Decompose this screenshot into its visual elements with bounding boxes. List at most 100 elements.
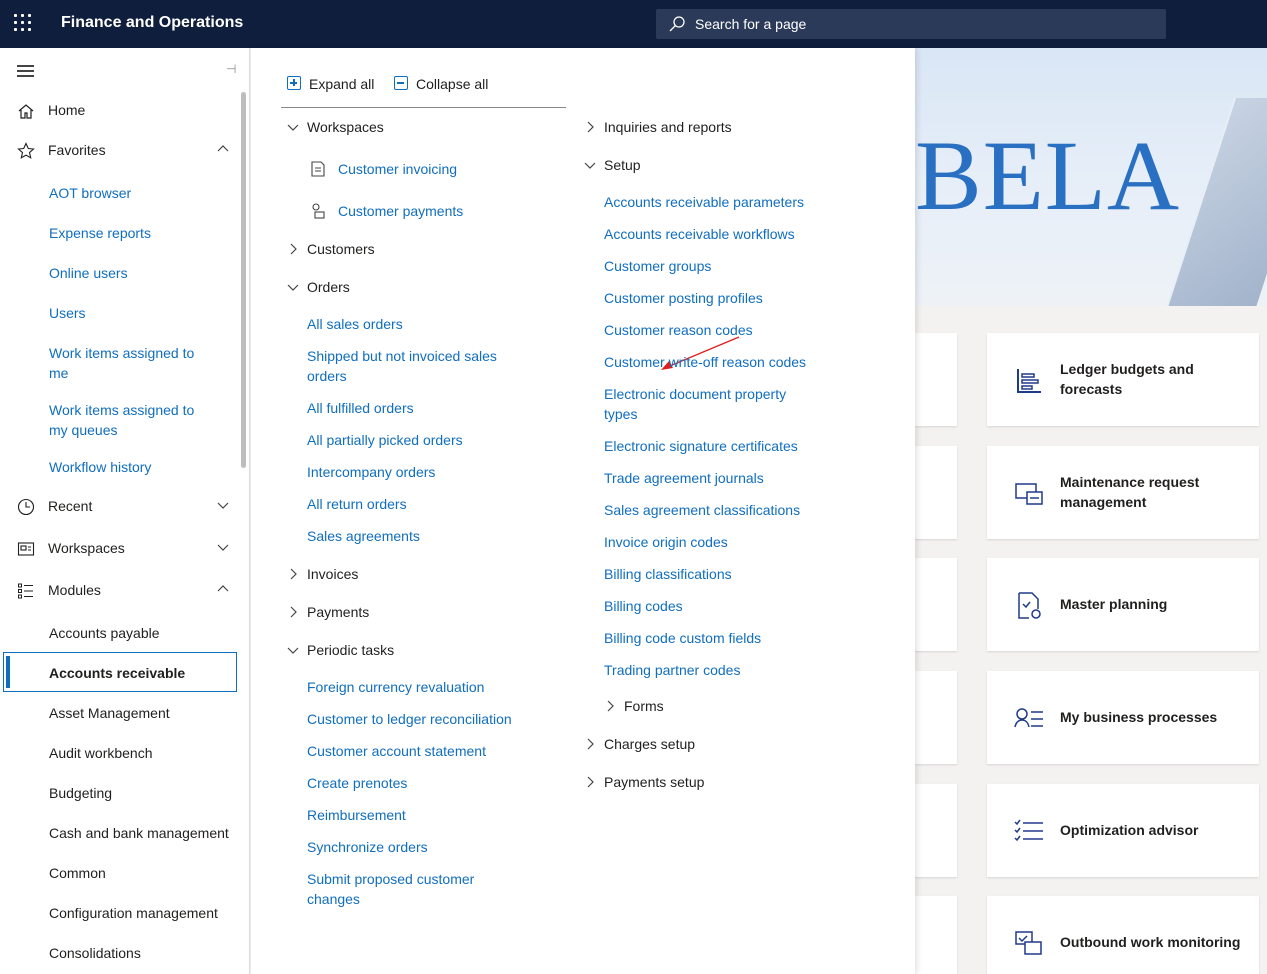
chevron-right-icon[interactable] [287, 243, 299, 255]
chevron-right-icon[interactable] [287, 606, 299, 618]
group-periodic-tasks[interactable]: Periodic tasks [307, 642, 394, 658]
chevron-down-icon[interactable] [287, 121, 299, 133]
workspace-customer-payments[interactable]: Customer payments [338, 201, 463, 221]
chevron-down-icon[interactable] [217, 499, 229, 511]
tile-partial[interactable] [915, 333, 957, 426]
link-sales-agreement-classifications[interactable]: Sales agreement classifications [604, 500, 800, 520]
tile-outbound-work-monitoring[interactable]: Outbound work monitoring [987, 896, 1259, 974]
chevron-right-icon[interactable] [287, 568, 299, 580]
group-charges-setup[interactable]: Charges setup [604, 736, 695, 752]
chevron-right-icon[interactable] [584, 738, 596, 750]
group-payments[interactable]: Payments [307, 604, 369, 620]
link-customer-ledger-reconciliation[interactable]: Customer to ledger reconciliation [307, 709, 512, 729]
module-consolidations[interactable]: Consolidations [49, 943, 229, 963]
link-shipped-not-invoiced[interactable]: Shipped but not invoiced sales orders [307, 346, 527, 386]
pin-icon[interactable]: ⊣ [226, 62, 236, 76]
favorite-aot-browser[interactable]: AOT browser [49, 183, 229, 203]
group-workspaces[interactable]: Workspaces [307, 119, 384, 135]
link-submit-proposed-changes[interactable]: Submit proposed customer changes [307, 869, 507, 909]
link-ar-parameters[interactable]: Accounts receivable parameters [604, 192, 804, 212]
module-asset-management[interactable]: Asset Management [49, 703, 229, 723]
module-cash-and-bank-management[interactable]: Cash and bank management [49, 823, 239, 843]
chevron-down-icon[interactable] [217, 541, 229, 553]
link-billing-classifications[interactable]: Billing classifications [604, 564, 732, 584]
chevron-up-icon[interactable] [217, 583, 229, 595]
hamburger-icon[interactable] [17, 65, 34, 77]
link-all-sales-orders[interactable]: All sales orders [307, 314, 403, 334]
favorite-work-items-assigned-to-me[interactable]: Work items assigned to me [49, 343, 209, 383]
search-box[interactable]: Search for a page [656, 9, 1166, 39]
link-sales-agreements[interactable]: Sales agreements [307, 526, 420, 546]
nav-recent-label: Recent [48, 498, 93, 514]
nav-modules-label: Modules [48, 582, 101, 598]
link-customer-groups[interactable]: Customer groups [604, 256, 711, 276]
nav-favorites[interactable]: Favorites [0, 131, 240, 171]
group-invoices[interactable]: Invoices [307, 566, 358, 582]
tile-optimization-advisor[interactable]: Optimization advisor [987, 784, 1259, 877]
module-accounts-payable[interactable]: Accounts payable [49, 623, 229, 643]
modules-icon [18, 583, 33, 599]
link-trading-partner-codes[interactable]: Trading partner codes [604, 660, 740, 680]
link-synchronize-orders[interactable]: Synchronize orders [307, 837, 428, 857]
nav-home[interactable]: Home [0, 91, 240, 131]
tile-ledger-budgets[interactable]: Ledger budgets and forecasts [987, 333, 1259, 426]
link-electronic-document-property-types[interactable]: Electronic document property types [604, 384, 804, 424]
link-trade-agreement-journals[interactable]: Trade agreement journals [604, 468, 764, 488]
favorite-users[interactable]: Users [49, 303, 229, 323]
chevron-right-icon[interactable] [584, 121, 596, 133]
chevron-down-icon[interactable] [287, 644, 299, 656]
app-title[interactable]: Finance and Operations [61, 14, 243, 32]
chevron-up-icon[interactable] [217, 143, 229, 155]
link-customer-account-statement[interactable]: Customer account statement [307, 741, 486, 761]
tile-partial[interactable] [915, 446, 957, 539]
group-orders[interactable]: Orders [307, 279, 350, 295]
link-foreign-currency-revaluation[interactable]: Foreign currency revaluation [307, 677, 484, 697]
module-common[interactable]: Common [49, 863, 229, 883]
chevron-right-icon[interactable] [604, 700, 616, 712]
chevron-down-icon[interactable] [584, 159, 596, 171]
nav-workspaces[interactable]: Workspaces [0, 529, 240, 569]
tile-my-business-processes[interactable]: My business processes [987, 671, 1259, 764]
group-setup[interactable]: Setup [604, 157, 641, 173]
module-configuration-management[interactable]: Configuration management [49, 903, 239, 923]
group-customers[interactable]: Customers [307, 241, 375, 257]
group-payments-setup[interactable]: Payments setup [604, 774, 704, 790]
tile-maintenance-request[interactable]: Maintenance request management [987, 446, 1259, 539]
tile-partial[interactable] [915, 558, 957, 651]
module-accounts-receivable[interactable]: Accounts receivable [49, 663, 229, 683]
link-all-partially-picked-orders[interactable]: All partially picked orders [307, 430, 463, 450]
link-intercompany-orders[interactable]: Intercompany orders [307, 462, 435, 482]
tile-master-planning[interactable]: Master planning [987, 558, 1259, 651]
nav-modules[interactable]: Modules [0, 571, 240, 611]
link-reimbursement[interactable]: Reimbursement [307, 805, 406, 825]
tile-partial[interactable] [915, 784, 957, 877]
favorite-expense-reports[interactable]: Expense reports [49, 223, 229, 243]
link-invoice-origin-codes[interactable]: Invoice origin codes [604, 532, 728, 552]
group-inquiries-reports[interactable]: Inquiries and reports [604, 119, 732, 135]
group-forms[interactable]: Forms [624, 698, 664, 714]
link-electronic-signature-certificates[interactable]: Electronic signature certificates [604, 436, 798, 456]
outbound-icon [1015, 931, 1042, 955]
link-billing-codes[interactable]: Billing codes [604, 596, 683, 616]
tile-partial[interactable] [915, 671, 957, 764]
workspace-customer-invoicing[interactable]: Customer invoicing [338, 159, 457, 179]
link-customer-posting-profiles[interactable]: Customer posting profiles [604, 288, 763, 308]
favorite-online-users[interactable]: Online users [49, 263, 229, 283]
link-billing-code-custom-fields[interactable]: Billing code custom fields [604, 628, 761, 648]
module-budgeting[interactable]: Budgeting [49, 783, 229, 803]
favorite-work-items-my-queues[interactable]: Work items assigned to my queues [49, 400, 209, 440]
module-audit-workbench[interactable]: Audit workbench [49, 743, 229, 763]
link-create-prenotes[interactable]: Create prenotes [307, 773, 407, 793]
app-launcher-icon[interactable] [14, 14, 34, 34]
chevron-down-icon[interactable] [287, 281, 299, 293]
link-customer-reason-codes[interactable]: Customer reason codes [604, 320, 753, 340]
link-ar-workflows[interactable]: Accounts receivable workflows [604, 224, 795, 244]
tile-partial[interactable] [915, 896, 957, 974]
nav-scrollbar[interactable] [241, 92, 246, 468]
chevron-right-icon[interactable] [584, 776, 596, 788]
link-all-fulfilled-orders[interactable]: All fulfilled orders [307, 398, 414, 418]
favorite-workflow-history[interactable]: Workflow history [49, 457, 229, 477]
link-customer-writeoff-reason-codes[interactable]: Customer write-off reason codes [604, 352, 806, 372]
nav-recent[interactable]: Recent [0, 487, 240, 527]
link-all-return-orders[interactable]: All return orders [307, 494, 407, 514]
